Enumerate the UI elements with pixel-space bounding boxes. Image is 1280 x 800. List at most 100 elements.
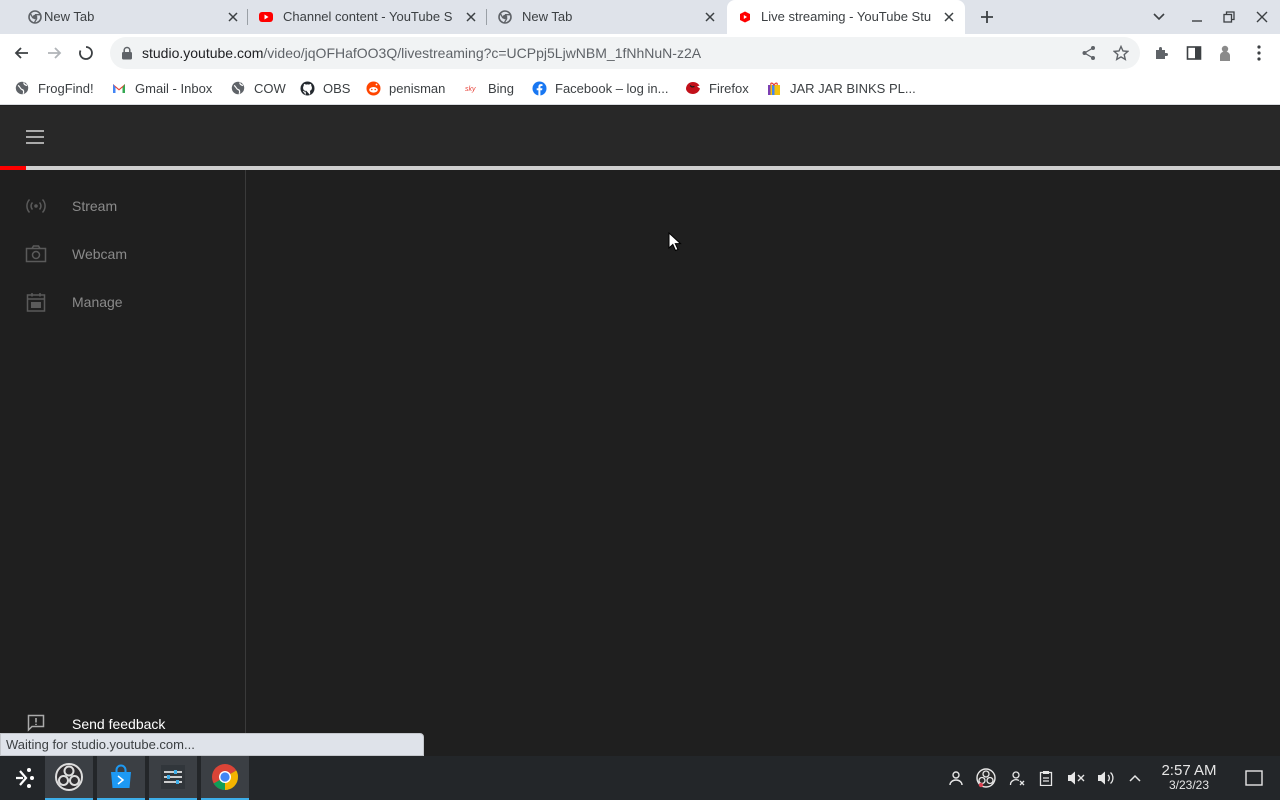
bookmark-label: Gmail - Inbox [135,80,213,96]
menu-icon[interactable] [26,130,46,144]
profile-avatar-icon[interactable] [1217,44,1233,62]
camera-icon [25,245,47,263]
forward-button[interactable] [42,41,66,65]
tray-user-icon[interactable] [946,768,966,788]
tab-title: New Tab [522,10,573,24]
tab-title: New Tab [44,10,95,24]
chrome-icon [212,764,239,791]
tab-strip: New Tab Channel content - YouTube S New … [0,0,1280,34]
bookmark-label: FrogFind! [38,80,94,96]
close-window-button[interactable] [1251,6,1273,28]
bookmark-facebook[interactable]: Facebook – log in... [531,79,668,97]
gift-icon [766,80,782,96]
browser-toolbar: studio.youtube.com/video/jqOFHafOO3Q/liv… [0,34,1280,72]
studio-main-content [246,170,1280,756]
close-icon[interactable] [702,9,718,25]
bookmark-label: COW [254,80,286,96]
address-bar[interactable]: studio.youtube.com/video/jqOFHafOO3Q/liv… [110,37,1140,69]
bookmark-bing[interactable]: sky Bing [464,79,515,97]
github-icon [299,80,315,96]
send-feedback-label: Send feedback [72,716,166,732]
bing-icon: sky [464,80,480,96]
bookmark-firefox[interactable]: Firefox [685,79,749,97]
tray-mute-icon[interactable] [1066,768,1086,788]
new-tab-button[interactable] [976,6,998,28]
tray-volume-icon[interactable] [1096,768,1116,788]
obs-icon [55,763,83,791]
tray-expand-icon[interactable] [1125,768,1145,788]
firefox-icon [685,80,701,96]
bookmark-penisman[interactable]: penisman [365,79,445,97]
broadcast-icon [26,198,46,214]
tab-new-tab-1[interactable]: New Tab [8,0,246,34]
bookmark-jar-jar-binks[interactable]: JAR JAR BINKS PL... [766,79,916,97]
star-icon[interactable] [1113,45,1129,61]
clock-date: 3/23/23 [1168,778,1210,792]
feedback-icon [27,714,45,732]
svg-text:sky: sky [465,86,476,93]
sidebar-item-label: Stream [72,198,118,214]
tab-live-streaming[interactable]: Live streaming - YouTube Stu [727,0,965,34]
close-icon[interactable] [225,9,241,25]
tray-network-user-icon[interactable] [1007,768,1027,788]
tray-obs-icon[interactable] [976,768,996,788]
launcher-icon [16,768,34,788]
tab-new-tab-2[interactable]: New Tab [487,0,727,34]
sidebar-item-webcam[interactable]: Webcam [0,230,245,278]
bookmark-gmail[interactable]: Gmail - Inbox [111,79,212,97]
taskbar-chrome[interactable] [201,756,249,800]
tray-clipboard-icon[interactable] [1036,768,1056,788]
app-launcher-button[interactable] [0,756,48,800]
back-button[interactable] [10,41,34,65]
minimize-button[interactable] [1186,6,1208,28]
loading-spinner-icon [79,46,93,60]
bookmark-cow[interactable]: COW [230,79,286,97]
restore-icon [1223,11,1235,23]
close-icon[interactable] [463,9,479,25]
sidebar-item-manage[interactable]: Manage [0,278,245,326]
kebab-menu-icon[interactable] [1257,45,1261,61]
taskbar: 2:57 AM 3/23/23 [0,756,1280,800]
show-desktop-icon [1245,770,1263,786]
settings-sliders-icon [161,765,185,789]
url-path: /video/jqOFHafOO3Q/livestreaming?c=UCPpj… [263,45,702,61]
close-icon[interactable] [941,9,957,25]
extensions-icon[interactable] [1154,45,1170,61]
tab-channel-content[interactable]: Channel content - YouTube S [248,0,486,34]
bookmark-label: JAR JAR BINKS PL... [790,80,916,96]
studio-header [0,106,1280,166]
bookmark-frogfind[interactable]: FrogFind! [14,79,94,97]
stop-loading-button[interactable] [74,41,98,65]
calendar-icon [26,293,46,312]
close-icon [1256,11,1268,23]
globe-icon [230,80,246,96]
taskbar-discover[interactable] [97,756,145,800]
side-panel-icon[interactable] [1186,45,1202,61]
bookmark-label: penisman [389,80,446,96]
arrow-left-icon [14,47,28,59]
bookmark-label: Firefox [709,80,749,96]
taskbar-obs[interactable] [45,756,93,800]
gmail-icon [111,80,127,96]
youtube-icon [259,12,273,22]
taskbar-system-settings[interactable] [149,756,197,800]
tab-search-button[interactable] [1148,6,1170,28]
chevron-down-icon [1153,13,1165,21]
bookmark-label: Bing [488,80,515,96]
taskbar-clock[interactable]: 2:57 AM 3/23/23 [1150,762,1228,792]
plus-icon [981,11,993,23]
url-host: studio.youtube.com [142,45,264,61]
bookmarks-bar: FrogFind! Gmail - Inbox COW OBS penisman… [0,72,1280,105]
bookmark-label: Facebook – log in... [555,80,669,96]
sidebar-item-stream[interactable]: Stream [0,182,245,230]
share-icon[interactable] [1081,45,1097,61]
tab-title: Channel content - YouTube S [283,10,453,24]
restore-button[interactable] [1218,6,1240,28]
clock-time: 2:57 AM [1161,762,1217,779]
bookmark-obs[interactable]: OBS [299,79,350,97]
bookmark-label: OBS [323,80,351,96]
globe-icon [14,80,30,96]
show-desktop-button[interactable] [1244,768,1264,788]
tab-title: Live streaming - YouTube Stu [761,10,932,24]
browser-status-bar: Waiting for studio.youtube.com... [0,733,424,756]
